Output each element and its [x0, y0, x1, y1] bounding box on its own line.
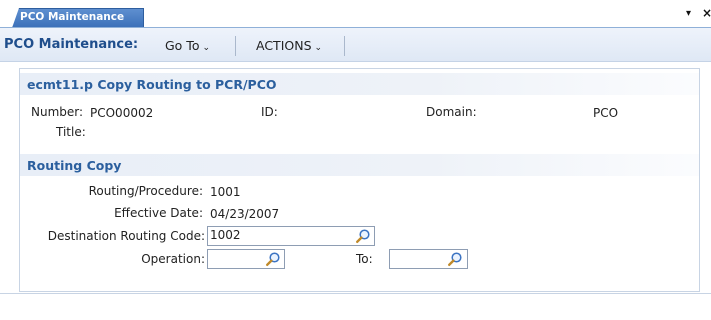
routing-procedure-value: 1001: [210, 185, 241, 199]
destination-routing-label: Destination Routing Code:: [47, 229, 205, 243]
form-header: ecmt11.p Copy Routing to PCR/PCO: [20, 73, 699, 95]
destination-routing-input[interactable]: [210, 228, 376, 242]
toolbar-separator: [344, 36, 345, 56]
number-value: PCO00002: [90, 106, 154, 120]
tab-bar: PCO Maintenance ▾ ×: [0, 0, 711, 28]
domain-label: Domain:: [426, 105, 477, 119]
page-title: PCO Maintenance:: [4, 37, 139, 52]
routing-copy-header: Routing Copy: [20, 154, 699, 176]
routing-copy-title: Routing Copy: [27, 158, 122, 173]
destination-routing-field[interactable]: [207, 226, 376, 246]
operation-field[interactable]: [207, 249, 286, 269]
effective-date-label: Effective Date:: [114, 206, 203, 220]
to-field[interactable]: [389, 249, 469, 269]
tab-menu-icon[interactable]: ▾: [686, 8, 691, 19]
bottom-divider: [0, 293, 711, 294]
magnifier-icon[interactable]: [265, 251, 281, 267]
operation-label: Operation:: [141, 252, 205, 266]
toolbar: PCO Maintenance: Go To ⌄ ACTIONS ⌄: [0, 28, 711, 62]
magnifier-icon[interactable]: [355, 228, 371, 244]
close-icon[interactable]: ×: [702, 6, 711, 20]
form-header-title: ecmt11.p Copy Routing to PCR/PCO: [27, 77, 277, 92]
to-label: To:: [356, 252, 373, 266]
form-panel: ecmt11.p Copy Routing to PCR/PCO Number:…: [19, 68, 700, 292]
actions-menu[interactable]: ACTIONS ⌄: [256, 38, 322, 53]
chevron-down-icon: ⌄: [314, 43, 323, 53]
goto-menu[interactable]: Go To ⌄: [165, 38, 210, 53]
goto-menu-label: Go To: [165, 38, 200, 53]
number-label: Number:: [31, 105, 84, 119]
toolbar-separator: [235, 36, 236, 56]
domain-value: PCO: [593, 106, 619, 120]
id-label: ID:: [261, 105, 278, 119]
tab-label[interactable]: PCO Maintenance: [20, 11, 124, 23]
title-label: Title:: [56, 125, 86, 139]
routing-procedure-label: Routing/Procedure:: [88, 184, 203, 198]
chevron-down-icon: ⌄: [202, 43, 211, 53]
actions-menu-label: ACTIONS: [256, 38, 312, 53]
effective-date-value: 04/23/2007: [210, 207, 280, 221]
magnifier-icon[interactable]: [447, 251, 463, 267]
